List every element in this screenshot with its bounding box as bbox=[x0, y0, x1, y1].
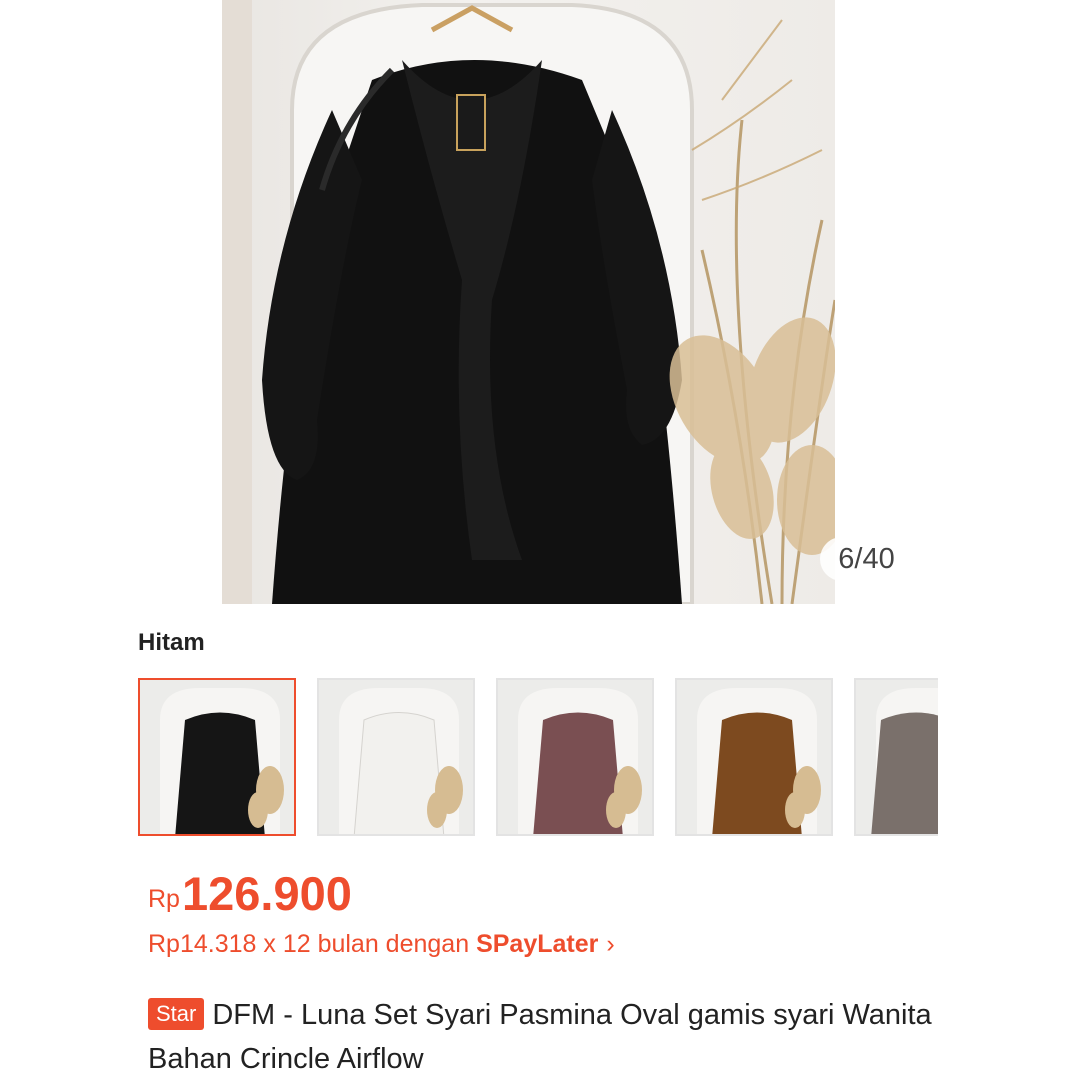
installment-brand: SPayLater bbox=[476, 930, 599, 958]
variant-thumb-image bbox=[339, 688, 463, 834]
image-counter: 6/40 bbox=[820, 537, 913, 581]
product-title: DFM - Luna Set Syari Pasmina Oval gamis … bbox=[148, 999, 932, 1075]
variant-thumb-hitam[interactable] bbox=[138, 678, 296, 836]
product-title-block: Star DFM - Luna Set Syari Pasmina Oval ga… bbox=[148, 993, 938, 1081]
variant-thumb-image bbox=[697, 688, 821, 834]
variant-thumb-mauve[interactable] bbox=[496, 678, 654, 836]
star-badge: Star bbox=[148, 998, 205, 1030]
variant-label: Hitam bbox=[138, 629, 205, 656]
chevron-right-icon: › bbox=[606, 930, 615, 958]
variant-thumb-image bbox=[518, 688, 642, 834]
product-image[interactable] bbox=[222, 0, 835, 604]
variant-thumb-abu[interactable] bbox=[854, 678, 938, 836]
installment-link[interactable]: Rp14.318 x 12 bulan dengan SPayLater › bbox=[148, 930, 615, 959]
variant-thumb-image bbox=[160, 688, 284, 834]
variant-thumbnails bbox=[138, 678, 938, 840]
variant-thumb-coklat[interactable] bbox=[675, 678, 833, 836]
variant-thumb-image bbox=[871, 688, 938, 834]
installment-text: Rp14.318 x 12 bulan dengan bbox=[148, 930, 477, 958]
price-amount: 126.900 bbox=[181, 867, 352, 920]
price: Rp126.900 bbox=[148, 866, 352, 921]
variant-thumb-putih[interactable] bbox=[317, 678, 475, 836]
product-photo bbox=[222, 0, 835, 604]
price-currency: Rp bbox=[148, 885, 180, 913]
